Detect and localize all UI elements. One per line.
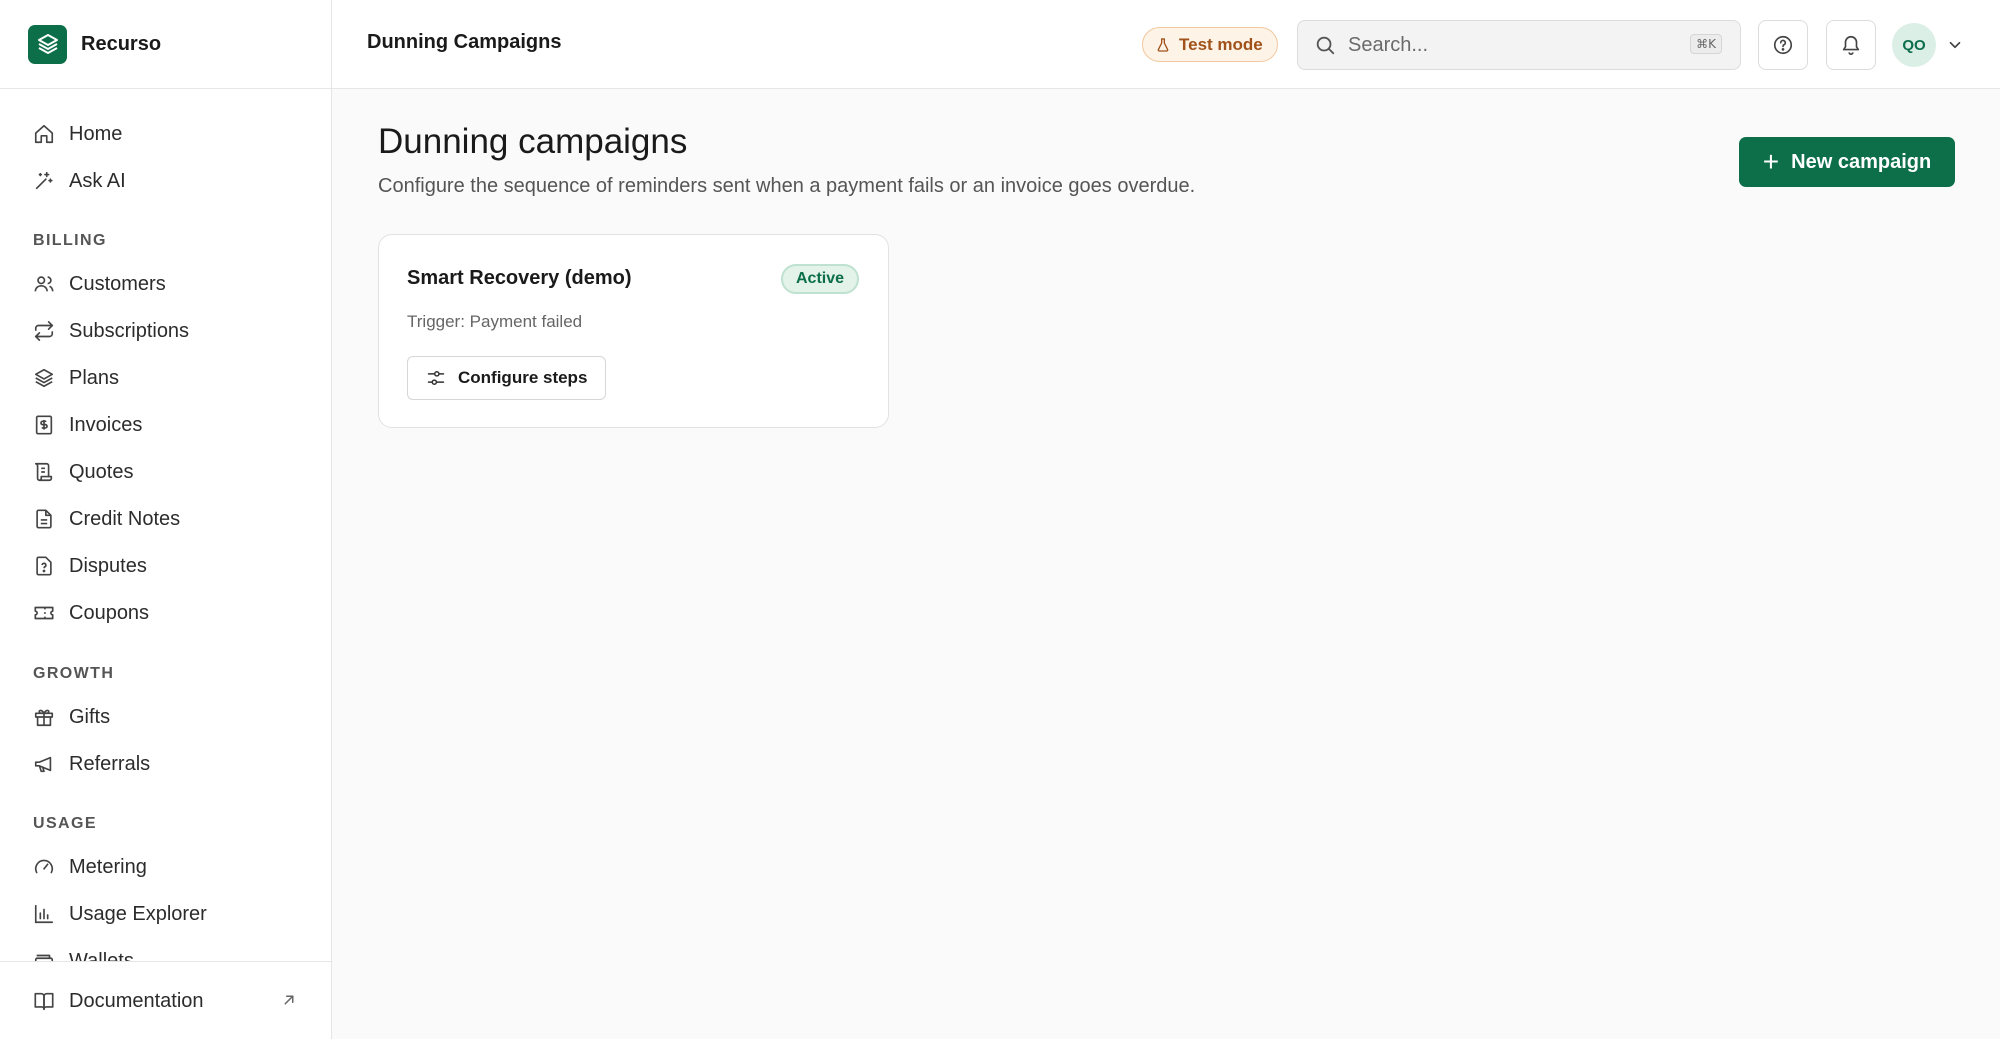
sidebar-item-referrals[interactable]: Referrals <box>33 744 150 784</box>
sidebar: Recurso Home Ask AI BILLING Customers Su… <box>0 0 332 1039</box>
megaphone-icon <box>33 753 55 775</box>
sidebar-item-wallets[interactable]: Wallets <box>33 941 134 961</box>
sidebar-item-label: Credit Notes <box>69 507 181 530</box>
brand-logo-icon <box>28 24 67 64</box>
sidebar-footer: Documentation <box>0 961 331 1039</box>
chevron-down-icon[interactable] <box>1946 36 1964 59</box>
gift-icon <box>33 706 55 728</box>
search-box[interactable]: ⌘K <box>1297 20 1741 70</box>
sidebar-item-label: Home <box>69 122 123 145</box>
section-title-growth: GROWTH <box>33 665 115 682</box>
sidebar-item-label: Coupons <box>69 601 150 624</box>
sparkles-icon <box>33 170 55 192</box>
page-title: Dunning campaigns <box>378 122 688 161</box>
file-icon <box>33 508 55 530</box>
book-icon <box>33 990 55 1012</box>
bell-icon <box>1840 34 1862 56</box>
sidebar-item-gifts[interactable]: Gifts <box>33 697 110 737</box>
sidebar-item-coupons[interactable]: Coupons <box>33 593 149 633</box>
layers-icon <box>33 367 55 389</box>
test-mode-badge[interactable]: Test mode <box>1142 27 1278 62</box>
wallet-icon <box>33 950 55 961</box>
sidebar-item-label: Disputes <box>69 554 147 577</box>
page-subtitle: Configure the sequence of reminders sent… <box>378 175 1196 197</box>
documentation-label: Documentation <box>69 989 204 1012</box>
sidebar-item-invoices[interactable]: Invoices <box>33 405 142 445</box>
campaign-trigger: Trigger: Payment failed <box>407 312 583 331</box>
sidebar-item-label: Gifts <box>69 705 111 728</box>
help-button[interactable] <box>1758 20 1808 70</box>
sidebar-item-disputes[interactable]: Disputes <box>33 546 147 586</box>
sidebar-item-label: Customers <box>69 272 166 295</box>
flask-icon <box>1155 37 1171 53</box>
sidebar-item-customers[interactable]: Customers <box>33 264 166 304</box>
status-badge: Active <box>781 264 860 294</box>
users-icon <box>33 273 55 295</box>
ticket-icon <box>33 602 55 624</box>
sidebar-item-label: Quotes <box>69 460 134 483</box>
sidebar-item-home[interactable]: Home <box>33 114 122 154</box>
bar-chart-icon <box>33 903 55 925</box>
help-circle-icon <box>1772 34 1794 56</box>
scroll-icon <box>33 461 55 483</box>
notifications-button[interactable] <box>1826 20 1876 70</box>
avatar[interactable]: QO <box>1892 23 1936 67</box>
sidebar-item-label: Usage Explorer <box>69 902 207 925</box>
sidebar-item-metering[interactable]: Metering <box>33 847 147 887</box>
repeat-icon <box>33 320 55 342</box>
plus-icon: + <box>1762 146 1780 177</box>
sidebar-item-label: Plans <box>69 366 120 389</box>
new-campaign-button[interactable]: + New campaign <box>1739 137 1955 187</box>
search-shortcut: ⌘K <box>1690 34 1722 54</box>
search-icon <box>1314 34 1336 56</box>
sidebar-item-plans[interactable]: Plans <box>33 358 119 398</box>
sidebar-item-usage-explorer[interactable]: Usage Explorer <box>33 894 207 934</box>
search-input[interactable] <box>1348 33 1678 57</box>
invoice-dollar-icon <box>33 414 55 436</box>
test-mode-label: Test mode <box>1179 34 1263 54</box>
campaign-name: Smart Recovery (demo) <box>407 267 632 289</box>
configure-steps-button[interactable]: Configure steps <box>407 356 607 400</box>
sidebar-nav: Home Ask AI BILLING Customers Subscripti… <box>0 89 331 961</box>
brand[interactable]: Recurso <box>0 0 331 89</box>
section-title-billing: BILLING <box>33 232 107 249</box>
sliders-icon <box>426 368 446 388</box>
header-title: Dunning Campaigns <box>367 31 562 53</box>
configure-steps-label: Configure steps <box>458 368 588 387</box>
top-header: Dunning Campaigns Test mode ⌘K QO <box>332 0 2000 89</box>
documentation-link[interactable]: Documentation <box>33 981 204 1021</box>
section-title-usage: USAGE <box>33 815 97 832</box>
sidebar-item-subscriptions[interactable]: Subscriptions <box>33 311 189 351</box>
sidebar-item-label: Ask AI <box>69 169 126 192</box>
sidebar-item-label: Wallets <box>69 949 134 962</box>
file-question-icon <box>33 555 55 577</box>
brand-name: Recurso <box>81 32 162 55</box>
external-link-icon <box>280 991 298 1009</box>
sidebar-item-ask-ai[interactable]: Ask AI <box>33 161 126 201</box>
sidebar-item-label: Metering <box>69 855 147 878</box>
sidebar-item-credit-notes[interactable]: Credit Notes <box>33 499 180 539</box>
sidebar-item-label: Referrals <box>69 752 151 775</box>
sidebar-item-label: Subscriptions <box>69 319 190 342</box>
new-campaign-label: New campaign <box>1791 150 1932 173</box>
sidebar-item-quotes[interactable]: Quotes <box>33 452 133 492</box>
sidebar-item-label: Invoices <box>69 413 143 436</box>
campaign-card: Smart Recovery (demo) Active Trigger: Pa… <box>378 234 889 428</box>
gauge-icon <box>33 856 55 878</box>
home-icon <box>33 123 55 145</box>
